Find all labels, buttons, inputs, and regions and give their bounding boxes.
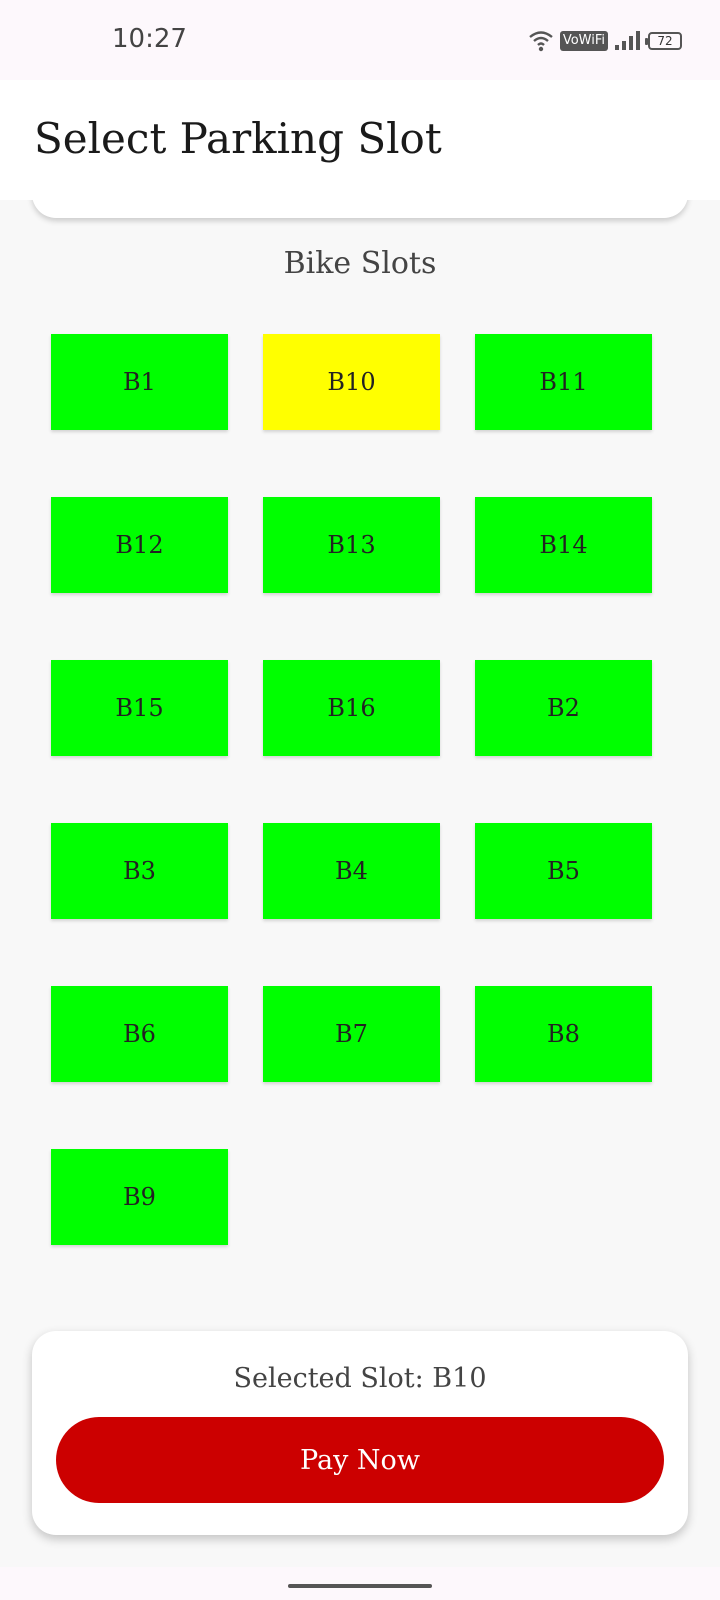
battery-icon: 72 [645,32,682,50]
slot-b3[interactable]: B3 [51,823,228,919]
selection-card: Selected Slot: B10 Pay Now [32,1331,688,1535]
slot-b11[interactable]: B11 [475,334,652,430]
section-title: Bike Slots [283,246,437,281]
slot-b8[interactable]: B8 [475,986,652,1082]
navigation-bar [0,1567,720,1600]
slot-b7[interactable]: B7 [263,986,440,1082]
status-bar: 10:27 VoWiFi 72 [0,0,720,80]
slot-b13[interactable]: B13 [263,497,440,593]
slot-b1[interactable]: B1 [51,334,228,430]
selected-slot-text: Selected Slot: B10 [233,1363,487,1394]
slot-b2[interactable]: B2 [475,660,652,756]
slot-b14[interactable]: B14 [475,497,652,593]
slot-b9[interactable]: B9 [51,1149,228,1245]
pay-now-button[interactable]: Pay Now [56,1417,664,1503]
slot-b16[interactable]: B16 [263,660,440,756]
slot-b5[interactable]: B5 [475,823,652,919]
wifi-icon [528,29,554,53]
vowifi-badge: VoWiFi [559,31,608,51]
slot-b12[interactable]: B12 [51,497,228,593]
home-indicator[interactable] [288,1584,432,1588]
slot-b15[interactable]: B15 [51,660,228,756]
app-bar: Select Parking Slot [0,80,720,200]
signal-icon [614,30,642,52]
status-icons: VoWiFi 72 [528,28,682,54]
page-title: Select Parking Slot [34,114,442,163]
slot-b6[interactable]: B6 [51,986,228,1082]
slot-b10[interactable]: B10 [263,334,440,430]
status-time: 10:27 [112,24,187,54]
slot-b4[interactable]: B4 [263,823,440,919]
